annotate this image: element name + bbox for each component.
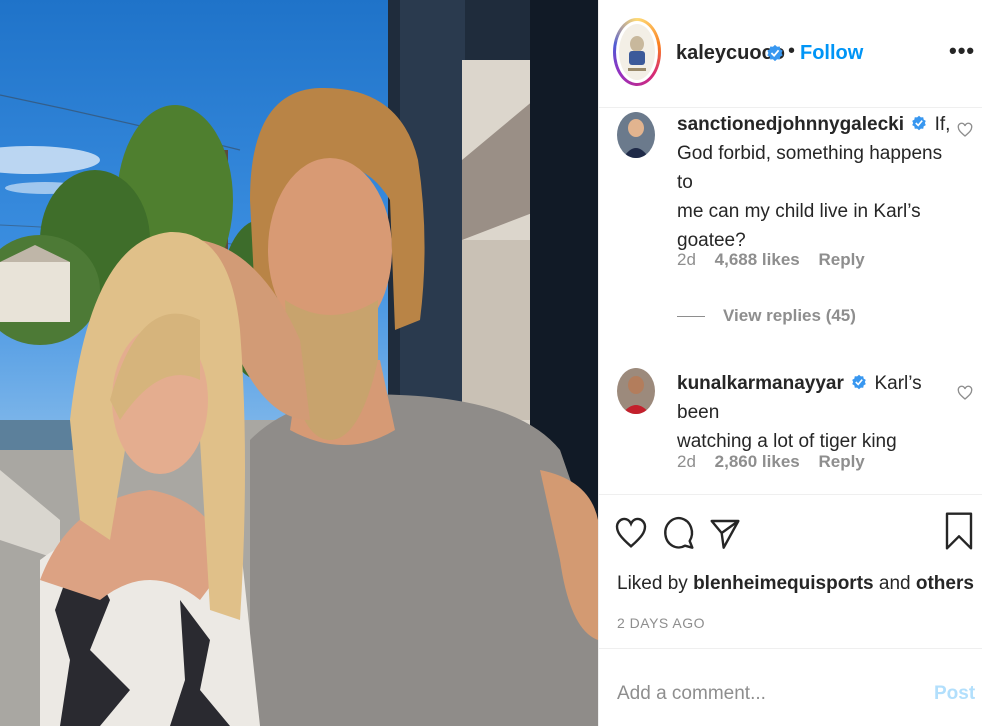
verified-badge-icon [767, 44, 783, 62]
like-heart-icon[interactable] [615, 513, 647, 553]
verified-badge-icon [912, 115, 927, 131]
reply-button[interactable]: Reply [818, 452, 864, 471]
add-comment-input[interactable] [617, 679, 907, 709]
comment-avatar[interactable] [617, 368, 655, 414]
author-avatar-image [619, 24, 655, 80]
comment-text: God forbid, something happens to [677, 143, 943, 193]
more-options-icon[interactable]: ••• [949, 38, 975, 64]
author-avatar[interactable] [613, 18, 661, 86]
comment-likes[interactable]: 4,688 likes [715, 250, 800, 269]
like-comment-heart-icon[interactable] [957, 385, 973, 401]
comment-meta: 2d 2,860 likes Reply [677, 452, 879, 472]
like-comment-heart-icon[interactable] [957, 122, 973, 138]
header-separator: • [788, 40, 796, 62]
couple-selfie-image [0, 0, 598, 726]
view-replies-line [677, 316, 705, 318]
save-bookmark-icon[interactable] [943, 511, 975, 551]
verified-badge-icon [852, 374, 866, 390]
view-replies-button[interactable]: View replies (45) [677, 306, 856, 326]
comment-avatar[interactable] [617, 112, 655, 158]
follow-button[interactable]: Follow [800, 42, 863, 65]
comment-bubble-icon[interactable] [663, 513, 695, 553]
comment-text: me can my child live in Karl’s [677, 201, 921, 222]
comment-age: 2d [677, 250, 696, 269]
comments-list[interactable]: sanctionedjohnnygalecki If, God forbid, … [599, 108, 982, 494]
comment-username[interactable]: kunalkarmanayyar [677, 373, 844, 394]
comment-text: If, [934, 114, 951, 135]
comment-body: kunalkarmanayyar Karl’s been watching a … [677, 369, 957, 456]
comment-text: goatee? [677, 230, 746, 251]
comment-age: 2d [677, 452, 696, 471]
comment-username[interactable]: sanctionedjohnnygalecki [677, 114, 904, 135]
add-comment-bar: Post [599, 648, 982, 726]
reply-button[interactable]: Reply [818, 250, 864, 269]
post-comment-button[interactable]: Post [934, 683, 975, 705]
liked-by-user-link[interactable]: blenheimequisports [693, 573, 874, 594]
post-actions: Liked by blenheimequisports and others 2… [599, 494, 982, 648]
comment-meta: 2d 4,688 likes Reply [677, 250, 879, 270]
liked-by-others-link[interactable]: others [916, 573, 974, 594]
comment-likes[interactable]: 2,860 likes [715, 452, 800, 471]
post-header: kaleycuoco • Follow ••• [599, 0, 982, 108]
liked-by-text: Liked by blenheimequisports and others [617, 573, 974, 594]
post-photo[interactable] [0, 0, 598, 726]
share-send-icon[interactable] [709, 513, 741, 553]
post-panel: kaleycuoco • Follow ••• sanctionedjohnny… [598, 0, 982, 726]
comment-text: watching a lot of tiger king [677, 431, 897, 452]
comment-body: sanctionedjohnnygalecki If, God forbid, … [677, 110, 957, 255]
post-timestamp[interactable]: 2 DAYS AGO [617, 615, 705, 631]
